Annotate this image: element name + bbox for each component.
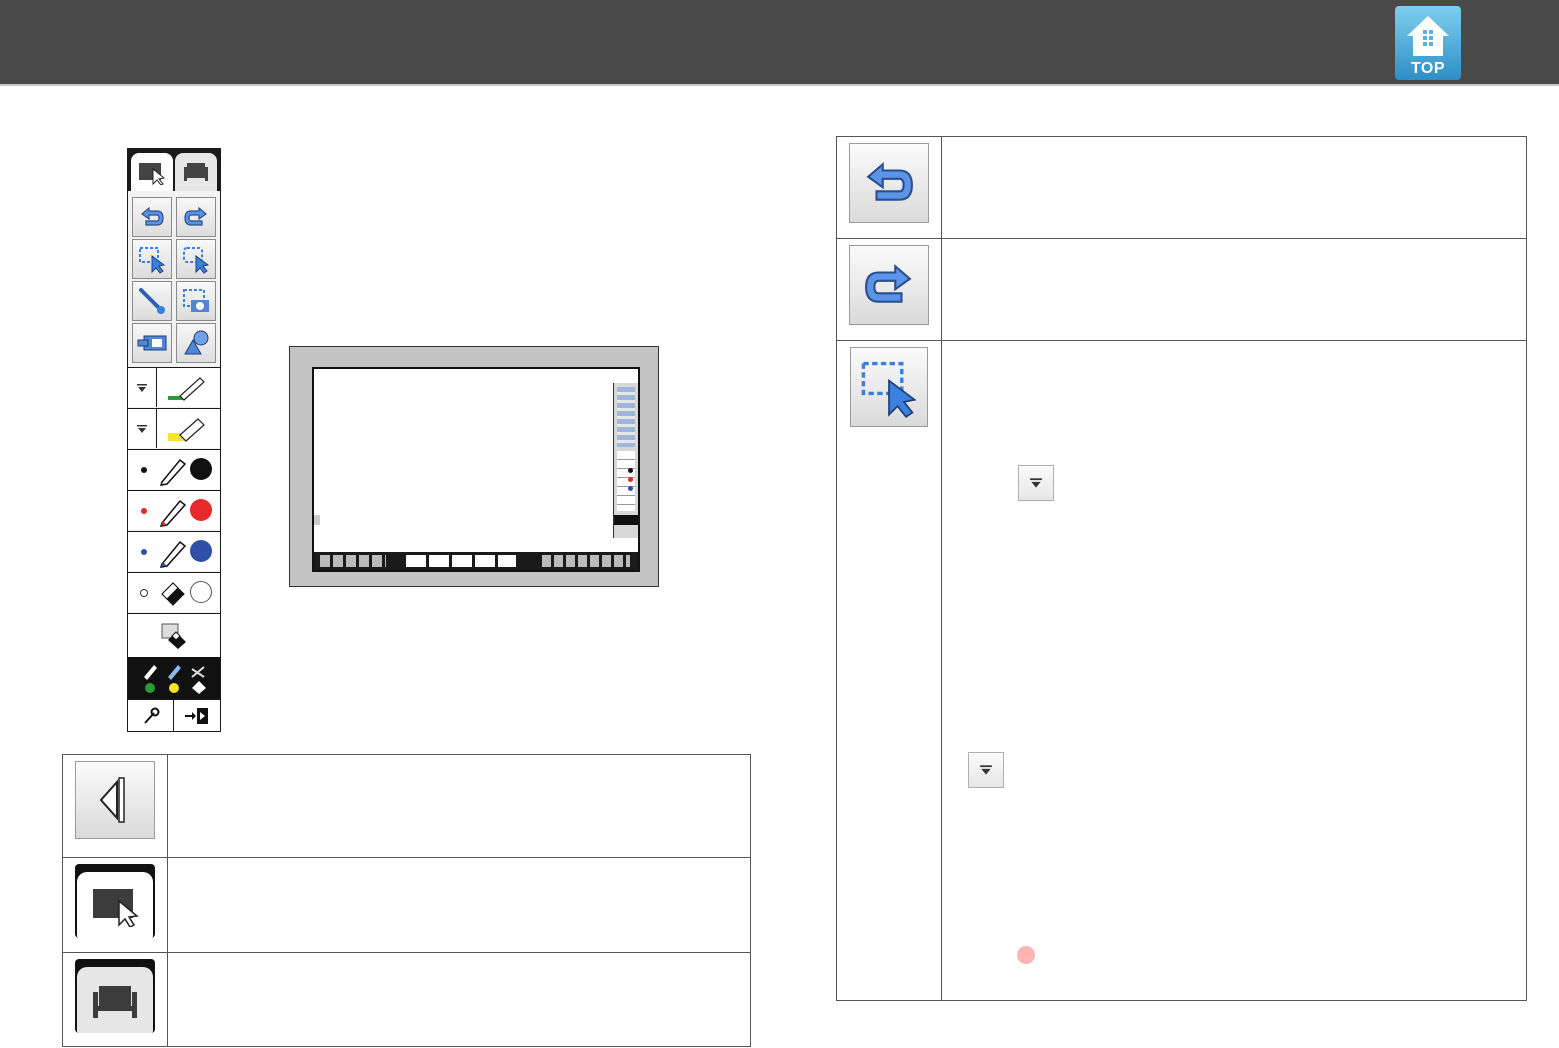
dropdown-button-image[interactable] <box>968 752 1004 788</box>
exit-icon <box>185 707 208 724</box>
undo-button[interactable] <box>132 197 172 237</box>
select-button-image[interactable] <box>850 347 928 427</box>
pen-row-eraser[interactable] <box>128 572 220 612</box>
select-all-button[interactable] <box>176 239 216 279</box>
pen-row-green[interactable] <box>128 367 220 407</box>
dropdown-arrow-icon[interactable] <box>128 368 157 407</box>
pen-status-green-icon <box>144 665 157 693</box>
pen-row-black[interactable] <box>128 449 220 489</box>
pen-status-yellow-icon <box>168 665 181 693</box>
eraser-icon <box>161 582 185 606</box>
white-swatch[interactable] <box>190 581 212 603</box>
thin-dot-icon <box>141 549 147 555</box>
select-all-icon <box>183 247 210 274</box>
screen-preview <box>289 346 659 587</box>
select-arrow-icon <box>861 361 917 419</box>
preview-display <box>312 367 640 572</box>
projector-icon <box>137 335 167 351</box>
collapse-arrow-icon <box>99 777 125 823</box>
red-swatch[interactable] <box>190 499 212 521</box>
camera-capture-icon <box>183 289 209 312</box>
table-row <box>62 857 751 953</box>
table-row <box>836 136 1527 239</box>
home-icon <box>1407 16 1449 56</box>
projector-button[interactable] <box>132 323 172 363</box>
pen-row-blue[interactable] <box>128 531 220 571</box>
top-button[interactable]: TOP <box>1395 6 1461 80</box>
black-pen-icon <box>159 458 187 486</box>
top-button-label: TOP <box>1410 60 1446 77</box>
wrench-icon <box>143 707 159 724</box>
mini-toolbar <box>613 383 638 538</box>
settings-button[interactable] <box>128 700 174 731</box>
button-description-table <box>836 136 1527 1001</box>
pointer-button[interactable] <box>132 281 172 321</box>
capture-button[interactable] <box>176 281 216 321</box>
pen-row-red[interactable] <box>128 490 220 530</box>
toolbar-panel <box>127 148 221 732</box>
pointer-pen-icon <box>139 288 165 314</box>
undo-button-image[interactable] <box>849 143 929 223</box>
pen-tray-status <box>128 657 220 699</box>
undo-icon <box>866 161 913 201</box>
dropdown-arrow-icon <box>980 765 992 775</box>
highlighter-icon <box>168 418 205 442</box>
tab-description-table <box>62 754 751 1047</box>
red-dot-icon <box>1017 946 1035 964</box>
table-row <box>836 340 1527 1001</box>
table-row <box>62 754 751 858</box>
mini-bottom-bar <box>314 552 638 570</box>
thin-dot-icon <box>141 467 147 473</box>
shapes-button[interactable] <box>176 323 216 363</box>
select-button[interactable] <box>132 239 172 279</box>
toolbar-bottom-row <box>128 699 220 731</box>
tab-pc-interactive[interactable] <box>131 153 173 191</box>
pc-interactive-tab-image[interactable] <box>75 864 155 938</box>
pen-row-yellow[interactable] <box>128 408 220 448</box>
black-swatch[interactable] <box>190 458 212 480</box>
blue-pen-icon <box>159 540 187 568</box>
redo-icon <box>184 206 207 226</box>
redo-button-image[interactable] <box>849 245 929 325</box>
undo-icon <box>141 206 164 226</box>
computer-cursor-icon <box>93 889 139 927</box>
shapes-icon <box>184 330 209 355</box>
exit-button[interactable] <box>174 700 220 731</box>
page-header: TOP <box>0 0 1559 86</box>
table-row <box>62 952 751 1047</box>
computer-cursor-icon <box>139 163 166 185</box>
clear-screen-icon <box>161 623 186 649</box>
thin-dot-icon <box>141 508 147 514</box>
green-pen-icon <box>168 377 205 401</box>
redo-icon <box>865 263 912 303</box>
toolbar-tabs <box>128 149 220 191</box>
select-arrow-icon <box>139 247 166 274</box>
clear-row[interactable] <box>128 613 220 657</box>
whiteboard-icon <box>184 163 208 181</box>
redo-button[interactable] <box>176 197 216 237</box>
whiteboard-icon <box>93 986 137 1018</box>
table-row <box>836 238 1527 341</box>
whiteboard-tab-image[interactable] <box>75 959 155 1033</box>
pen-status-eraser-icon <box>191 666 206 694</box>
blue-swatch[interactable] <box>190 540 212 562</box>
thin-circle-icon <box>140 589 148 597</box>
dropdown-arrow-icon[interactable] <box>128 409 157 448</box>
collapse-toolbar-button[interactable] <box>75 761 155 839</box>
tab-whiteboard[interactable] <box>175 153 217 191</box>
dropdown-arrow-icon <box>1030 478 1042 488</box>
collapse-handle-icon <box>314 515 320 525</box>
dropdown-button-image[interactable] <box>1018 465 1054 501</box>
red-pen-icon <box>159 499 187 527</box>
